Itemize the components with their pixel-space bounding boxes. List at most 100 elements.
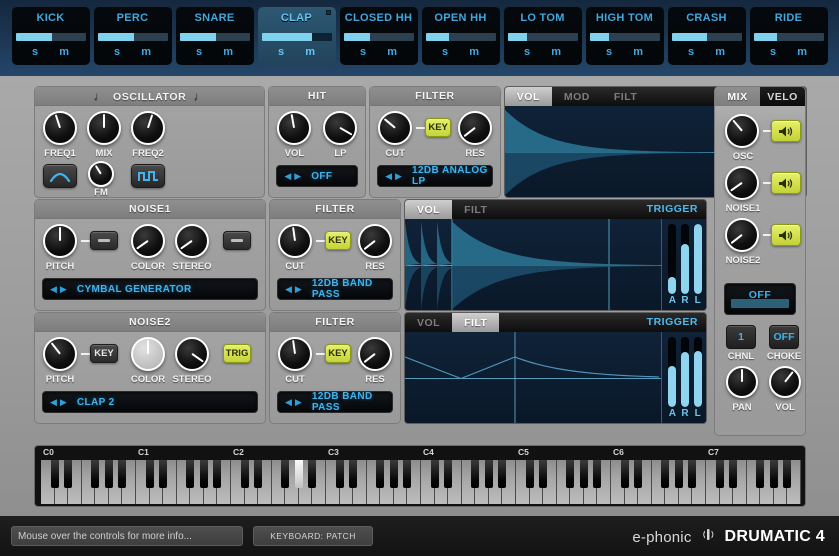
env-slider-track[interactable] [668,224,677,294]
envelope-canvas[interactable] [405,219,661,311]
black-key[interactable] [783,460,792,488]
black-key[interactable] [118,460,127,488]
filter-key-tracking-button[interactable]: KEY [325,231,351,250]
drum-pad-kick[interactable]: KICK s m [11,6,90,65]
pad-level-bar[interactable] [179,33,250,41]
hit-mode-selector[interactable]: ◀▶ OFF [276,165,359,187]
filter-type-selector[interactable]: ◀▶ 12DB BAND PASS [277,391,393,413]
env-slider-a[interactable]: A [668,224,677,310]
noise-stereo-knob[interactable] [175,337,209,371]
pad-solo-button[interactable]: s [770,46,776,58]
mod-amount-bar[interactable] [731,299,789,308]
drum-pad-clap[interactable]: CLAP s m [257,6,336,65]
pad-level-bar[interactable] [589,33,660,41]
black-key[interactable] [403,460,412,488]
filter-prev-arrow-icon[interactable]: ◀▶ [385,171,405,182]
filter-res-knob[interactable] [458,111,493,145]
pad-mute-button[interactable]: m [469,46,479,58]
drum-pad-snare[interactable]: SNARE s m [175,6,254,65]
black-key[interactable] [715,460,724,488]
drum-pad-ride[interactable]: RIDE s m [749,6,828,65]
pad-solo-button[interactable]: s [360,46,366,58]
mix-noise2-enable-button[interactable] [771,224,801,246]
trigger-label[interactable]: TRIGGER [647,200,698,219]
black-key[interactable] [620,460,629,488]
env-slider-track[interactable] [668,337,677,407]
env-slider-track[interactable] [680,337,689,407]
fm-knob[interactable] [88,161,114,187]
env-slider-l[interactable]: L [693,337,702,423]
envelope-graph[interactable] [405,219,661,311]
black-key[interactable] [579,460,588,488]
pad-level-bar[interactable] [753,33,824,41]
black-key[interactable] [308,460,317,488]
filter-res-knob[interactable] [358,337,392,371]
filter-prev-arrow-icon[interactable]: ◀▶ [285,284,305,295]
env-slider-l[interactable]: L [693,224,702,310]
filter-res-knob[interactable] [358,224,392,258]
pad-level-bar[interactable] [507,33,578,41]
pad-mute-button[interactable]: m [387,46,397,58]
env-tab-vol[interactable]: VOL [405,200,453,219]
black-key[interactable] [729,460,738,488]
black-key[interactable] [240,460,249,488]
black-key[interactable] [281,460,290,488]
black-key[interactable] [484,460,493,488]
black-key[interactable] [498,460,507,488]
noise-key-tracking-button[interactable]: KEY [90,344,118,363]
env-slider-track[interactable] [693,337,702,407]
noise-trig-button[interactable]: TRIG [223,344,251,363]
black-key[interactable] [213,460,222,488]
env-slider-r[interactable]: R [680,224,689,310]
black-key[interactable] [539,460,548,488]
volume-knob[interactable] [769,366,801,398]
black-key[interactable] [688,460,697,488]
pad-mute-button[interactable]: m [305,46,315,58]
noise-pitch-mod-button[interactable] [90,231,118,250]
noise-generator-selector[interactable]: ◀▶ CYMBAL GENERATOR [42,278,258,300]
env-tab-vol[interactable]: VOL [504,87,552,106]
hit-arrow-icon[interactable]: ◀▶ [284,171,304,182]
drum-pad-lo-tom[interactable]: LO TOM s m [503,6,582,65]
noise-color-knob[interactable] [131,224,165,258]
black-key[interactable] [769,460,778,488]
black-key[interactable] [91,460,100,488]
pad-mute-button[interactable]: m [59,46,69,58]
keyboard-keys[interactable] [41,460,801,504]
noise-arrow-icon[interactable]: ◀▶ [50,397,70,408]
env-slider-track[interactable] [693,224,702,294]
black-key[interactable] [566,460,575,488]
black-key[interactable] [756,460,765,488]
black-key[interactable] [349,460,358,488]
black-key[interactable] [159,460,168,488]
hit-lp-knob[interactable] [323,111,358,145]
envelope-canvas[interactable] [405,332,661,423]
pad-solo-button[interactable]: s [196,46,202,58]
black-key[interactable] [376,460,385,488]
tab-mix[interactable]: MIX [715,87,760,106]
env-slider-track[interactable] [680,224,689,294]
pad-level-bar[interactable] [343,33,414,41]
env-slider-r[interactable]: R [680,337,689,423]
pad-mute-button[interactable]: m [141,46,151,58]
black-key[interactable] [525,460,534,488]
noise-arrow-icon[interactable]: ◀▶ [50,284,70,295]
pad-mute-button[interactable]: m [633,46,643,58]
pad-solo-button[interactable]: s [32,46,38,58]
mix-noise2-knob[interactable] [725,218,759,252]
black-key[interactable] [254,460,263,488]
osc-mix-knob[interactable] [87,111,121,145]
filter-type-selector[interactable]: ◀▶ 12DB BAND PASS [277,278,393,300]
black-key[interactable] [634,460,643,488]
osc2-waveform-button[interactable] [131,164,165,188]
pad-solo-button[interactable]: s [524,46,530,58]
black-key[interactable] [50,460,59,488]
black-key[interactable] [430,460,439,488]
pad-solo-button[interactable]: s [606,46,612,58]
drum-pad-open-hh[interactable]: OPEN HH s m [421,6,500,65]
drum-pad-closed-hh[interactable]: CLOSED HH s m [339,6,418,65]
pad-level-bar[interactable] [15,33,86,41]
noise-pitch-knob[interactable] [43,337,77,371]
black-key[interactable] [335,460,344,488]
mix-noise1-enable-button[interactable] [771,172,801,194]
